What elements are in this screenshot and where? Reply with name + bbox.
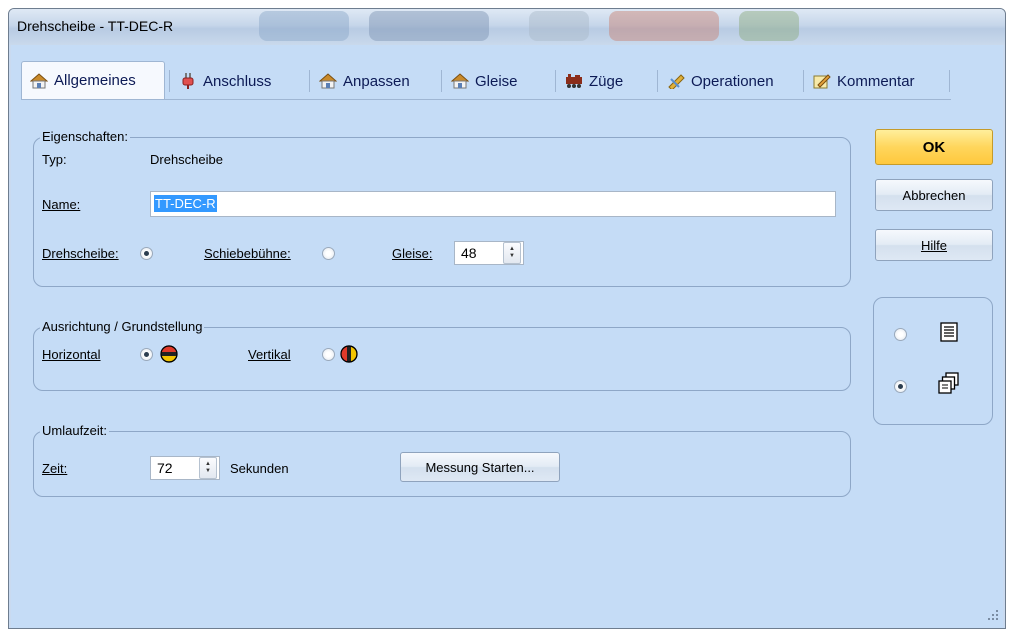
train-icon	[565, 73, 583, 89]
group-legend: Eigenschaften:	[40, 129, 131, 145]
vertikal-radio[interactable]	[322, 348, 335, 361]
ok-button[interactable]: OK	[875, 129, 993, 165]
name-input[interactable]: TT-DEC-R	[150, 191, 836, 217]
down-arrow-icon[interactable]: ▼	[205, 468, 211, 475]
drehscheibe-label: Drehscheibe:	[42, 246, 119, 261]
zeit-value: 72	[157, 460, 173, 476]
house-icon	[318, 73, 338, 89]
gleise-label: Gleise:	[392, 246, 433, 261]
house-icon	[29, 72, 49, 89]
group-legend: Ausrichtung / Grundstellung	[40, 319, 205, 335]
title-bar[interactable]: Drehscheibe - TT-DEC-R	[9, 9, 1005, 45]
tab-label: Operationen	[691, 72, 774, 90]
turntable-horizontal-icon	[160, 345, 178, 366]
typ-value: Drehscheibe	[150, 152, 223, 167]
tab-anschluss[interactable]: Anschluss	[171, 65, 305, 97]
resize-grip-icon[interactable]	[987, 609, 999, 624]
tab-label: Allgemeines	[54, 72, 136, 89]
name-input-selected-text: TT-DEC-R	[154, 195, 217, 212]
ok-label: OK	[922, 138, 946, 156]
vertikal-label: Vertikal	[248, 347, 291, 362]
up-arrow-icon[interactable]: ▲	[509, 246, 515, 253]
horizontal-radio[interactable]	[140, 348, 153, 361]
plug-icon	[179, 73, 197, 89]
tab-label: Züge	[589, 72, 624, 90]
eigenschaften-group: Eigenschaften: Typ: Drehscheibe Name: TT…	[33, 129, 851, 287]
group-legend: Umlaufzeit:	[40, 423, 110, 439]
window-title: Drehscheibe - TT-DEC-R	[17, 18, 174, 34]
schiebebuehne-radio[interactable]	[322, 247, 335, 260]
hilfe-button[interactable]: Hilfe	[875, 229, 993, 261]
zeit-label: Zeit:	[42, 461, 68, 476]
abbrechen-button[interactable]: Abbrechen	[875, 179, 993, 211]
tab-bar: Allgemeines Anschluss Anpassen Gleise Zü…	[21, 61, 951, 100]
turntable-vertical-icon	[340, 345, 358, 366]
tab-operationen[interactable]: Operationen	[659, 65, 799, 97]
messung-starten-label: Messung Starten...	[425, 459, 535, 475]
typ-label: Typ:	[42, 152, 67, 167]
note-pencil-icon	[813, 73, 831, 89]
list-view-radio[interactable]	[894, 328, 907, 341]
zeit-spinner[interactable]: 72 ▲ ▼	[150, 456, 220, 480]
tab-label: Kommentar	[837, 72, 915, 90]
tab-zuege[interactable]: Züge	[557, 65, 653, 97]
messung-starten-button[interactable]: Messung Starten...	[400, 452, 560, 482]
down-arrow-icon[interactable]: ▼	[509, 253, 515, 260]
abbrechen-label: Abbrechen	[902, 187, 966, 203]
spinner-arrows[interactable]: ▲ ▼	[503, 242, 521, 264]
drehscheibe-radio[interactable]	[140, 247, 153, 260]
tab-allgemeines[interactable]: Allgemeines	[21, 61, 165, 99]
sekunden-label: Sekunden	[230, 461, 289, 476]
tab-kommentar[interactable]: Kommentar	[805, 65, 945, 97]
tab-label: Gleise	[475, 72, 518, 90]
signal-icon	[667, 73, 685, 91]
tab-label: Anschluss	[203, 72, 272, 90]
tab-gleise[interactable]: Gleise	[443, 65, 553, 97]
tab-label: Anpassen	[343, 72, 410, 90]
tab-anpassen[interactable]: Anpassen	[311, 65, 437, 97]
spinner-arrows[interactable]: ▲ ▼	[199, 457, 217, 479]
ausrichtung-group: Ausrichtung / Grundstellung Horizontal V…	[33, 319, 851, 391]
cascade-windows-icon	[938, 372, 960, 397]
horizontal-label: Horizontal	[42, 347, 101, 362]
umlaufzeit-group: Umlaufzeit: Zeit: 72 ▲ ▼ Sekunden Messung…	[33, 423, 851, 497]
hilfe-label: Hilfe	[920, 237, 947, 253]
house-icon	[450, 73, 470, 89]
dialog-window: Drehscheibe - TT-DEC-R Allgemeines Ansch…	[8, 8, 1006, 629]
up-arrow-icon[interactable]: ▲	[205, 461, 211, 468]
cascade-view-radio[interactable]	[894, 380, 907, 393]
name-label: Name:	[42, 197, 81, 212]
list-view-icon	[940, 322, 958, 345]
gleise-value: 48	[461, 245, 477, 261]
gleise-spinner[interactable]: 48 ▲ ▼	[454, 241, 524, 265]
view-mode-panel	[873, 297, 993, 425]
schiebebuehne-label: Schiebebühne:	[204, 246, 291, 261]
dialog-content: Allgemeines Anschluss Anpassen Gleise Zü…	[11, 45, 1003, 628]
